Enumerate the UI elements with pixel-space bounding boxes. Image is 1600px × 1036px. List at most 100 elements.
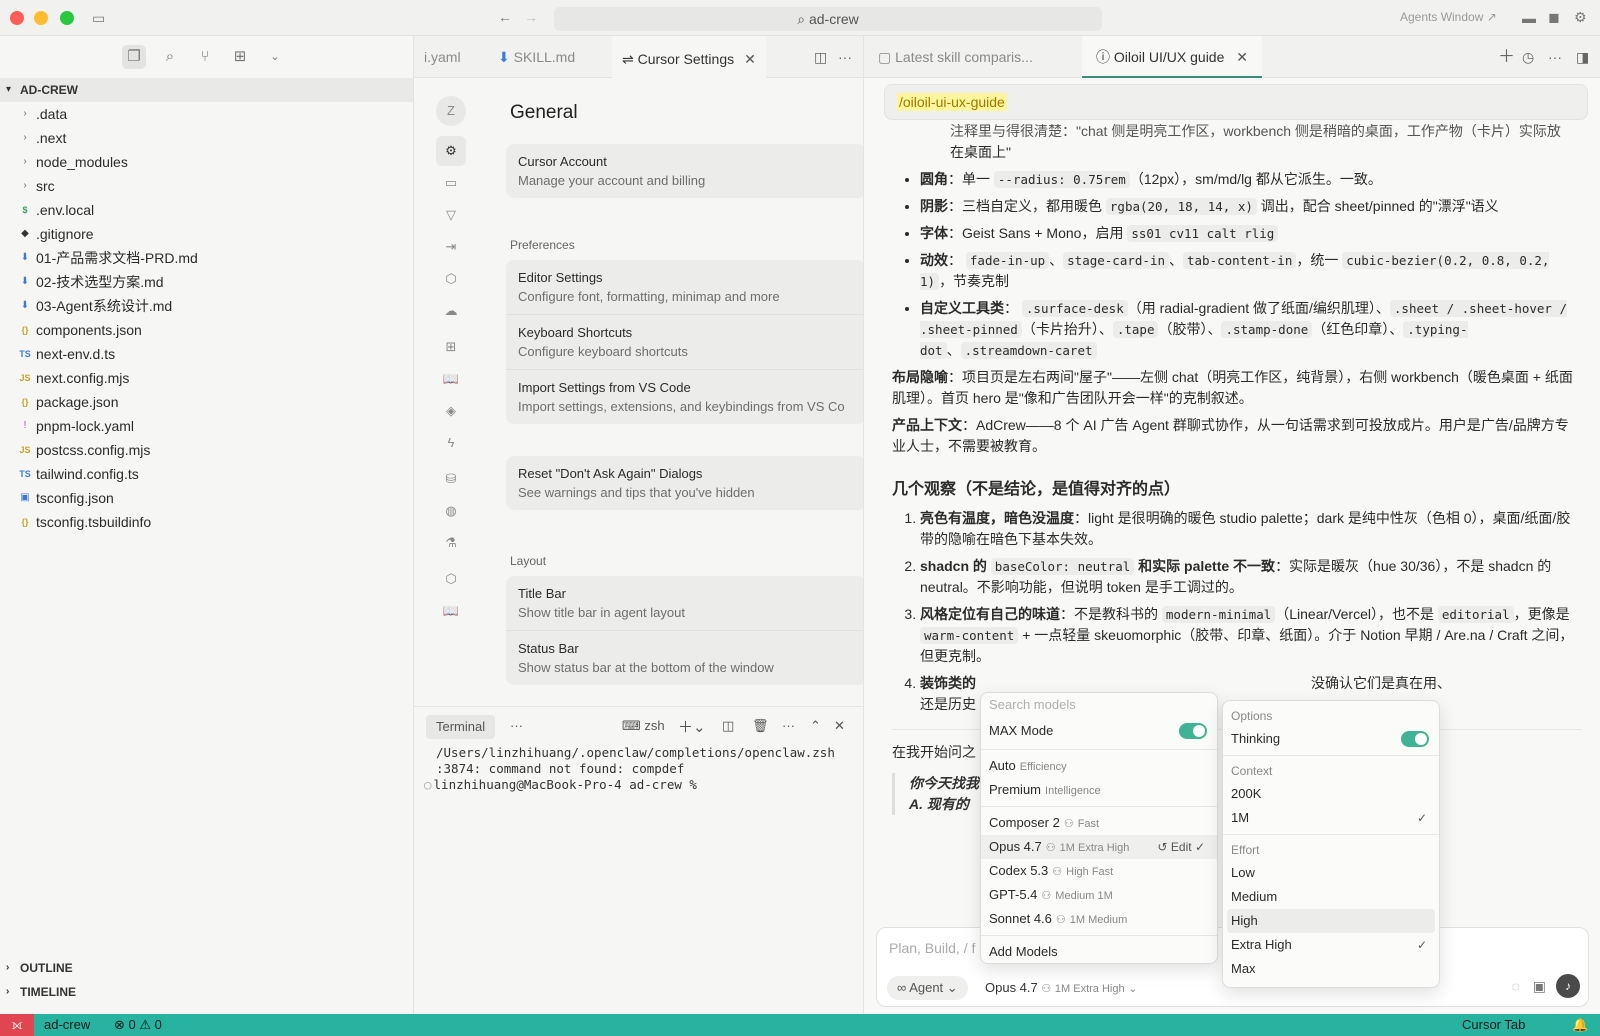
- terminal-tab[interactable]: Terminal: [426, 715, 496, 739]
- maximize-window-button[interactable]: [60, 11, 74, 25]
- project-name[interactable]: ad-crew: [44, 1014, 90, 1036]
- tree-file[interactable]: {} tsconfig.tsbuildinfo: [0, 510, 413, 534]
- tab-cursor-settings[interactable]: ⇌ Cursor Settings ✕: [612, 36, 766, 78]
- agents-window-link[interactable]: Agents Window ↗: [1400, 10, 1497, 24]
- account-card[interactable]: Cursor Account Manage your account and bi…: [506, 144, 866, 198]
- search-icon[interactable]: ⌕: [158, 45, 182, 69]
- command-search-bar[interactable]: ⌕ ad-crew: [554, 7, 1102, 31]
- globe-icon[interactable]: ◍: [436, 496, 466, 526]
- close-icon[interactable]: ✕: [744, 51, 756, 67]
- more-icon[interactable]: ···: [782, 718, 795, 733]
- source-control-icon[interactable]: ⑂: [193, 45, 217, 69]
- toggle-switch[interactable]: [1401, 731, 1429, 747]
- tree-file[interactable]: TS tailwind.config.ts: [0, 462, 413, 486]
- edit-button[interactable]: Edit: [1171, 840, 1192, 854]
- tree-folder[interactable]: › node_modules: [0, 150, 413, 174]
- database-icon[interactable]: ⛁: [436, 464, 466, 494]
- tree-file[interactable]: ⬇ 01-产品需求文档-PRD.md: [0, 246, 413, 270]
- flask-icon[interactable]: ⚗: [436, 528, 466, 558]
- effort-option-high[interactable]: High: [1227, 909, 1435, 933]
- extensions-icon[interactable]: ⊞: [228, 45, 252, 69]
- toggle-sidebar-icon[interactable]: ▭: [92, 10, 105, 27]
- terminal-icon[interactable]: ⌨ zsh: [622, 718, 665, 734]
- problems-indicator[interactable]: ⊗ 0 ⚠ 0: [114, 1014, 162, 1036]
- terminal-output[interactable]: /Users/linzhihuang/.openclaw/completions…: [414, 745, 863, 793]
- outline-section[interactable]: › OUTLINE: [0, 956, 413, 980]
- import-vscode-row[interactable]: Import Settings from VS Code Import setti…: [506, 370, 866, 424]
- keyboard-shortcuts-row[interactable]: Keyboard Shortcuts Configure keyboard sho…: [506, 315, 866, 370]
- book-icon[interactable]: 📖: [436, 596, 466, 626]
- effort-option-extra-high[interactable]: Extra High ✓: [1223, 933, 1439, 957]
- slash-command-bar[interactable]: /oiloil-ui-ux-guide: [884, 84, 1588, 120]
- close-window-button[interactable]: [10, 11, 24, 25]
- toggle-switch[interactable]: [1179, 723, 1207, 739]
- chevron-up-icon[interactable]: ⌃: [810, 718, 821, 734]
- model-option-premium[interactable]: Premium Intelligence: [981, 778, 1217, 802]
- model-option-auto[interactable]: Auto Efficiency: [981, 754, 1217, 778]
- card-icon[interactable]: ▭: [436, 168, 466, 198]
- agent-mode-dropdown[interactable]: ∞ Agent ⌄: [887, 976, 968, 1000]
- more-icon[interactable]: ···: [510, 718, 523, 733]
- model-option-codex[interactable]: Codex 5.3 ⚇ High Fast: [981, 859, 1217, 883]
- split-terminal-icon[interactable]: ◫: [722, 718, 734, 734]
- trash-icon[interactable]: 🗑: [752, 718, 769, 734]
- chat-bubble-icon[interactable]: ◼: [1548, 9, 1560, 26]
- cube-icon[interactable]: ⬡: [436, 264, 466, 294]
- filter-icon[interactable]: ▽: [436, 200, 466, 230]
- timeline-section[interactable]: › TIMELINE: [0, 980, 413, 1004]
- tree-folder[interactable]: › src: [0, 174, 413, 198]
- add-models-button[interactable]: Add Models: [981, 940, 1217, 964]
- tree-file[interactable]: JS postcss.config.mjs: [0, 438, 413, 462]
- bolt-icon[interactable]: ϟ: [436, 428, 466, 458]
- close-icon[interactable]: ✕: [834, 718, 845, 734]
- model-option-sonnet[interactable]: Sonnet 4.6 ⚇ 1M Medium: [981, 907, 1217, 931]
- chevron-down-icon[interactable]: ⌄: [263, 45, 287, 69]
- model-option-gpt[interactable]: GPT-5.4 ⚇ Medium 1M: [981, 883, 1217, 907]
- effort-option-low[interactable]: Low: [1223, 861, 1439, 885]
- explorer-header[interactable]: ▾ AD-CREW: [0, 78, 413, 102]
- tree-file[interactable]: JS next.config.mjs: [0, 366, 413, 390]
- search-models-input[interactable]: Search models: [981, 693, 1217, 717]
- tree-file[interactable]: ◆ .gitignore: [0, 222, 413, 246]
- editor-settings-row[interactable]: Editor Settings Configure font, formattin…: [506, 260, 866, 315]
- avatar[interactable]: Z: [436, 96, 466, 126]
- grid-plus-icon[interactable]: ⊞: [436, 332, 466, 362]
- tab-oiloil-guide[interactable]: ⓘ Oiloil UI/UX guide ✕: [1082, 36, 1263, 78]
- tree-file[interactable]: ⬇ 02-技术选型方案.md: [0, 270, 413, 294]
- tree-file[interactable]: {} package.json: [0, 390, 413, 414]
- toggle-panel-icon[interactable]: ◨: [1562, 36, 1600, 78]
- files-icon[interactable]: ❐: [122, 45, 146, 69]
- tree-file[interactable]: {} components.json: [0, 318, 413, 342]
- reset-dialogs-card[interactable]: Reset "Don't Ask Again" Dialogs See warni…: [506, 456, 866, 510]
- add-terminal-icon[interactable]: ＋⌄: [678, 716, 706, 737]
- title-bar-row[interactable]: Title Bar Show title bar in agent layout: [506, 576, 866, 631]
- tree-file[interactable]: ⬇ 03-Agent系统设计.md: [0, 294, 413, 318]
- back-arrow-icon[interactable]: ←: [498, 9, 512, 25]
- panel-layout-icon[interactable]: ▬: [1522, 10, 1536, 26]
- bell-icon[interactable]: 🔔: [1572, 1014, 1588, 1036]
- tree-file[interactable]: $ .env.local: [0, 198, 413, 222]
- undo-icon[interactable]: ↺: [1158, 840, 1171, 854]
- minimize-window-button[interactable]: [34, 11, 48, 25]
- tree-folder[interactable]: › .data: [0, 102, 413, 126]
- status-bar-row[interactable]: Status Bar Show status bar at the bottom …: [506, 631, 866, 685]
- model-option-composer[interactable]: Composer 2 ⚇ Fast: [981, 811, 1217, 835]
- remote-icon[interactable]: ⟗: [0, 1014, 34, 1036]
- gear-icon[interactable]: ⚙: [436, 136, 466, 166]
- more-icon[interactable]: ···: [828, 36, 862, 78]
- arrow-to-line-icon[interactable]: ⇥: [436, 232, 466, 262]
- tree-file[interactable]: TS next-env.d.ts: [0, 342, 413, 366]
- tab-skill-md[interactable]: ⬇ SKILL.md: [488, 36, 585, 78]
- diamond-icon[interactable]: ◈: [436, 396, 466, 426]
- microphone-icon[interactable]: ♪: [1556, 974, 1580, 998]
- max-mode-toggle[interactable]: MAX Mode: [981, 717, 1217, 745]
- model-dropdown[interactable]: Opus 4.7 ⚇ 1M Extra High ⌄: [985, 976, 1137, 1000]
- forward-arrow-icon[interactable]: →: [524, 9, 538, 25]
- cube-icon[interactable]: ⬡: [436, 564, 466, 594]
- thinking-toggle[interactable]: Thinking: [1223, 727, 1439, 751]
- effort-option-max[interactable]: Max: [1223, 957, 1439, 981]
- tree-folder[interactable]: › .next: [0, 126, 413, 150]
- close-icon[interactable]: ✕: [1236, 49, 1248, 65]
- effort-option-medium[interactable]: Medium: [1223, 885, 1439, 909]
- model-option-opus[interactable]: Opus 4.7 ⚇ 1M Extra High ↺ Edit ✓: [981, 835, 1217, 859]
